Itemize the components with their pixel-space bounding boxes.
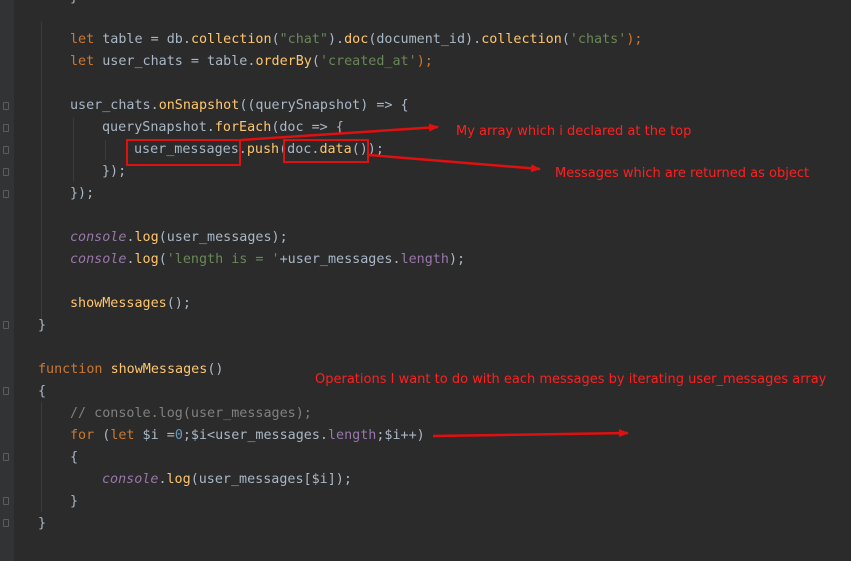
arrow-to-object-note	[368, 153, 541, 173]
object-annotation: Messages which are returned as object	[555, 166, 810, 181]
operations-annotation: Operations I want to do with each messag…	[315, 372, 827, 387]
arrow-from-for-loop	[432, 429, 629, 438]
annotation-arrows	[240, 123, 629, 438]
arrow-to-array-note	[240, 123, 439, 142]
array-annotation: My array which i declared at the top	[456, 124, 692, 139]
